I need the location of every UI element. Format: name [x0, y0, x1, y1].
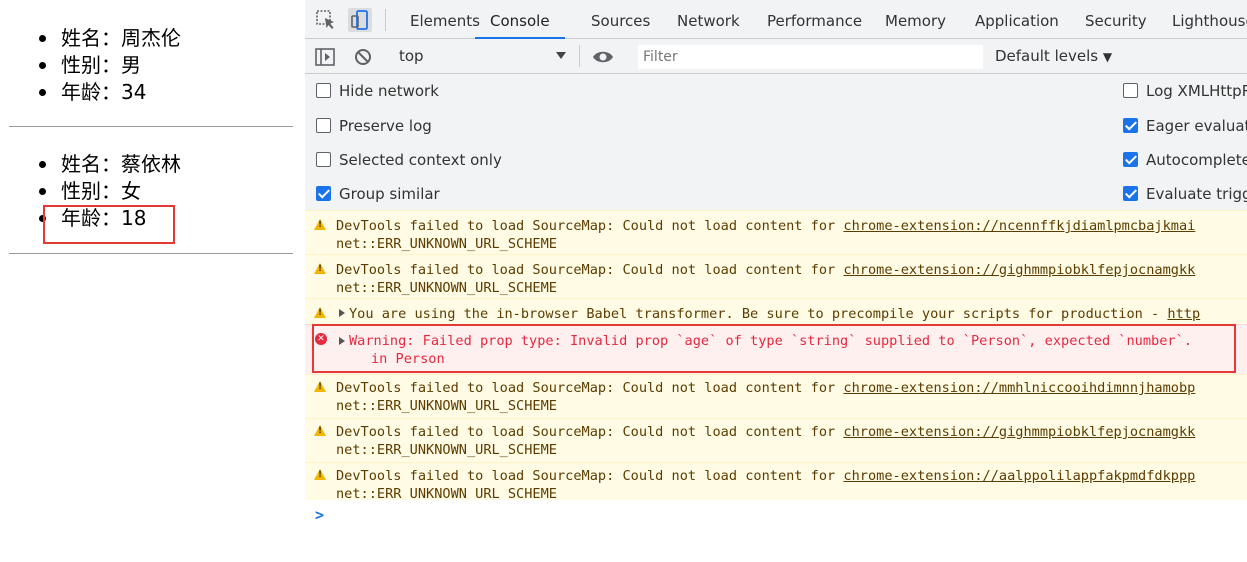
- source-link[interactable]: http: [1167, 306, 1200, 322]
- source-link[interactable]: chrome-extension://aalppolilappfakpmdfdk…: [843, 468, 1195, 484]
- setting-label: Eager evaluation: [1146, 117, 1247, 135]
- warning-icon: [314, 381, 326, 392]
- checkbox[interactable]: [316, 83, 331, 98]
- message-text: DevTools failed to load SourceMap: Could…: [336, 261, 1195, 279]
- console-warning: DevTools failed to load SourceMap: Could…: [305, 374, 1247, 418]
- tab-application[interactable]: Application: [975, 0, 1059, 39]
- setting-label: Selected context only: [339, 151, 502, 169]
- age-highlight-box: [43, 205, 175, 244]
- message-body: You are using the in-browser Babel trans…: [349, 306, 1168, 322]
- filter-input[interactable]: [638, 45, 983, 69]
- setting-label: Log XMLHttpRequests: [1146, 82, 1247, 100]
- inspect-element-icon[interactable]: [314, 8, 338, 32]
- source-link[interactable]: chrome-extension://mmhlniccooihdimnnjham…: [843, 380, 1195, 396]
- console-output: DevTools failed to load SourceMap: Could…: [305, 210, 1247, 562]
- message-text: You are using the in-browser Babel trans…: [349, 305, 1200, 323]
- warning-icon: [314, 219, 326, 230]
- error-highlight-box: [312, 324, 1236, 373]
- message-body: DevTools failed to load SourceMap: Could…: [336, 262, 844, 278]
- checkbox-checked[interactable]: [316, 186, 331, 201]
- source-link[interactable]: chrome-extension://ncennffkjdiamlpmcbajk…: [843, 218, 1195, 234]
- tab-memory[interactable]: Memory: [885, 0, 946, 39]
- warning-icon: [314, 469, 326, 480]
- person-gender: 性别：男: [39, 53, 141, 77]
- console-warning-expandable[interactable]: You are using the in-browser Babel trans…: [305, 298, 1247, 324]
- checkbox-checked[interactable]: [1123, 118, 1138, 133]
- context-selector[interactable]: top: [399, 47, 424, 65]
- log-levels-dropdown[interactable]: Default levels ▼: [995, 47, 1112, 65]
- message-text: DevTools failed to load SourceMap: Could…: [336, 467, 1195, 485]
- source-link[interactable]: chrome-extension://gighmmpiobklfepjocnam…: [843, 262, 1195, 278]
- tab-lighthouse[interactable]: Lighthouse: [1172, 0, 1247, 39]
- tab-elements[interactable]: Elements: [410, 0, 480, 39]
- checkbox[interactable]: [316, 118, 331, 133]
- console-warning: DevTools failed to load SourceMap: Could…: [305, 462, 1247, 500]
- page-content: 姓名：周杰伦 性别：男 年龄：34 姓名：蔡依林 性别：女 年龄：18: [0, 0, 305, 562]
- message-detail: net::ERR_UNKNOWN_URL_SCHEME: [336, 398, 557, 414]
- log-levels-label: Default levels: [995, 47, 1099, 65]
- tab-performance[interactable]: Performance: [767, 0, 862, 39]
- message-body: DevTools failed to load SourceMap: Could…: [336, 468, 844, 484]
- toolbar-separator: [385, 9, 386, 31]
- tab-security[interactable]: Security: [1085, 0, 1147, 39]
- message-text: DevTools failed to load SourceMap: Could…: [336, 423, 1195, 441]
- chevron-down-icon: ▼: [1102, 50, 1113, 64]
- setting-label: Preserve log: [339, 117, 432, 135]
- message-detail: net::ERR_UNKNOWN_URL_SCHEME: [336, 236, 557, 252]
- console-warning: DevTools failed to load SourceMap: Could…: [305, 254, 1247, 298]
- console-prompt[interactable]: >: [315, 506, 324, 524]
- setting-label: Group similar: [339, 185, 440, 203]
- warning-icon: [314, 425, 326, 436]
- checkbox-checked[interactable]: [1123, 186, 1138, 201]
- console-filter-bar: top Default levels ▼: [305, 39, 1247, 74]
- person-age: 年龄：34: [38, 80, 147, 104]
- person-gender: 性别：女: [39, 179, 141, 203]
- setting-label: Autocomplete from history: [1146, 151, 1247, 169]
- setting-label: Evaluate triggers user activation: [1146, 185, 1247, 203]
- message-body: DevTools failed to load SourceMap: Could…: [336, 218, 844, 234]
- message-text: DevTools failed to load SourceMap: Could…: [336, 379, 1195, 397]
- devtools-panel: Elements Console Sources Network Perform…: [305, 0, 1247, 562]
- console-warning: DevTools failed to load SourceMap: Could…: [305, 418, 1247, 462]
- message-text: DevTools failed to load SourceMap: Could…: [336, 217, 1195, 235]
- toolbar-separator: [579, 45, 580, 67]
- message-detail: net::ERR_UNKNOWN_URL_SCHEME: [336, 486, 557, 500]
- setting-label: Hide network: [339, 82, 439, 100]
- expand-arrow-icon[interactable]: [339, 309, 345, 317]
- tab-console[interactable]: Console: [475, 0, 565, 39]
- person-name: 姓名：周杰伦: [39, 26, 181, 50]
- message-detail: net::ERR_UNKNOWN_URL_SCHEME: [336, 442, 557, 458]
- divider: [9, 126, 293, 127]
- message-detail: net::ERR_UNKNOWN_URL_SCHEME: [336, 280, 557, 296]
- warning-icon: [314, 263, 326, 274]
- checkbox[interactable]: [1123, 83, 1138, 98]
- context-dropdown-icon[interactable]: [556, 52, 566, 59]
- console-warning: DevTools failed to load SourceMap: Could…: [305, 210, 1247, 254]
- device-toolbar-icon[interactable]: [348, 8, 372, 32]
- tab-network[interactable]: Network: [677, 0, 740, 39]
- sidebar-toggle-icon[interactable]: [313, 45, 337, 69]
- checkbox-checked[interactable]: [1123, 152, 1138, 167]
- divider: [9, 253, 293, 254]
- console-settings: Hide network Preserve log Selected conte…: [305, 74, 1247, 210]
- checkbox[interactable]: [316, 152, 331, 167]
- message-body: DevTools failed to load SourceMap: Could…: [336, 380, 844, 396]
- eye-icon[interactable]: [591, 45, 615, 69]
- message-body: DevTools failed to load SourceMap: Could…: [336, 424, 844, 440]
- tab-sources[interactable]: Sources: [591, 0, 650, 39]
- clear-console-icon[interactable]: [351, 45, 375, 69]
- source-link[interactable]: chrome-extension://gighmmpiobklfepjocnam…: [843, 424, 1195, 440]
- person-name: 姓名：蔡依林: [39, 152, 181, 176]
- warning-icon: [314, 307, 326, 318]
- devtools-toolbar: Elements Console Sources Network Perform…: [305, 0, 1247, 39]
